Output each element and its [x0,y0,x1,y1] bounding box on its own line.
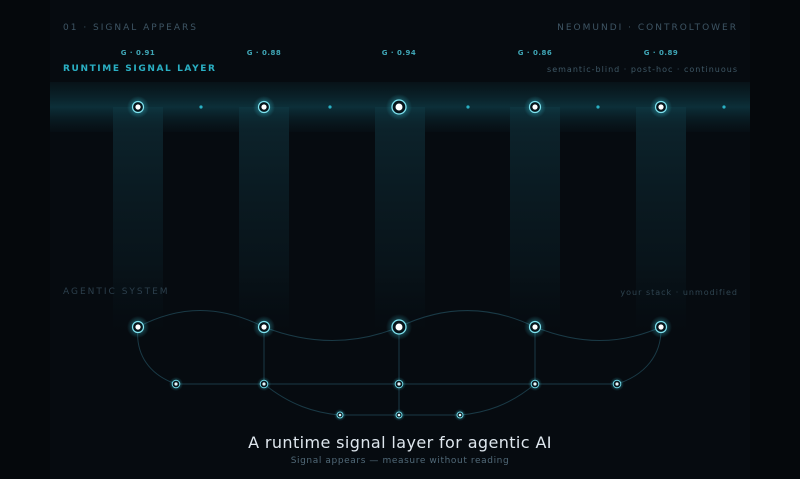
signal-reading-label: G · 0.86 [517,49,553,57]
signal-reading-label: G · 0.91 [120,49,156,57]
signal-column [239,107,289,332]
signal-reading-label: G · 0.94 [381,49,417,57]
minor-dot [596,105,600,109]
signal-reading-label: G · 0.89 [643,49,679,57]
signal-node [524,96,546,118]
agent-node [127,316,149,338]
agent-sub-node [610,377,624,391]
agent-sub-node [528,377,542,391]
agent-node [650,316,672,338]
diagram-canvas: 01 · SIGNAL APPEARS NEOMUNDI · CONTROLTO… [0,0,800,479]
caption-subtitle: Signal appears — measure without reading [290,456,510,466]
signal-column [113,107,163,332]
minor-dot [466,105,470,109]
agent-leaf-node [393,409,405,421]
signal-layer-tagline: semantic-blind · post-hoc · continuous [547,65,738,74]
signal-reading-label: G · 0.88 [246,49,282,57]
signal-column [636,107,686,332]
section-label: 01 · SIGNAL APPEARS [63,23,198,33]
signal-layer-title: RUNTIME SIGNAL LAYER [63,64,217,74]
agent-node [253,316,275,338]
agent-sub-node [257,377,271,391]
agent-sub-node [392,377,406,391]
signal-node [650,96,672,118]
signal-node [127,96,149,118]
signal-column [375,107,425,332]
brand-label: NEOMUNDI · CONTROLTOWER [557,23,738,33]
minor-dot [722,105,726,109]
agent-sub-node [169,377,183,391]
agent-node [386,314,412,340]
minor-dot [199,105,203,109]
agent-leaf-node [454,409,466,421]
signal-column [510,107,560,332]
agent-leaf-node [334,409,346,421]
agentic-system-tagline: your stack · unmodified [620,288,738,297]
caption-title: A runtime signal layer for agentic AI [248,433,552,452]
minor-dot [328,105,332,109]
agent-node [524,316,546,338]
agentic-system-title: AGENTIC SYSTEM [63,287,170,297]
signal-node [386,94,412,120]
signal-node [253,96,275,118]
